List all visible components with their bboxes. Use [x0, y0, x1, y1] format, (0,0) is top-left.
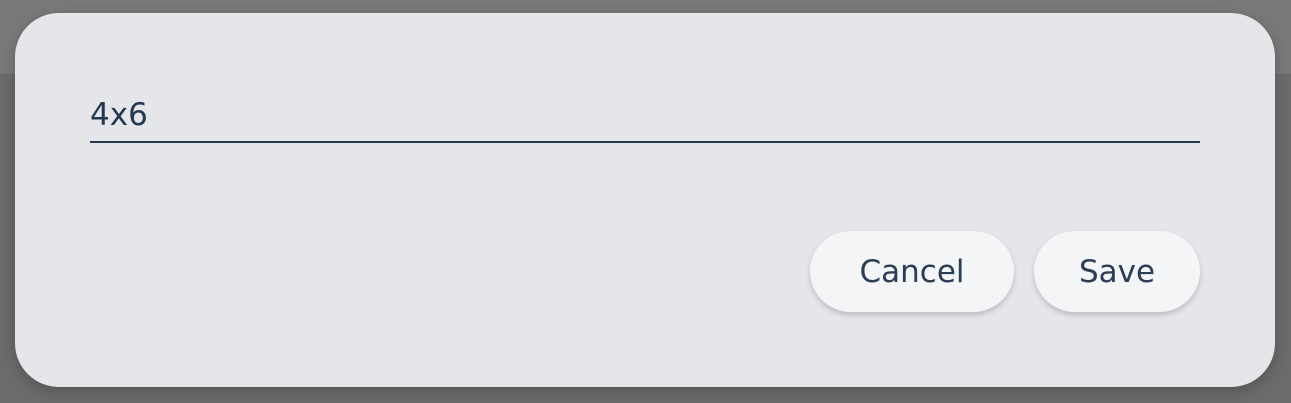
edit-dialog: Cancel Save: [15, 13, 1275, 387]
dialog-actions: Cancel Save: [810, 231, 1200, 312]
cancel-button[interactable]: Cancel: [810, 231, 1014, 312]
name-field: [90, 92, 1200, 143]
save-button[interactable]: Save: [1034, 231, 1200, 312]
name-input[interactable]: [90, 92, 1200, 138]
